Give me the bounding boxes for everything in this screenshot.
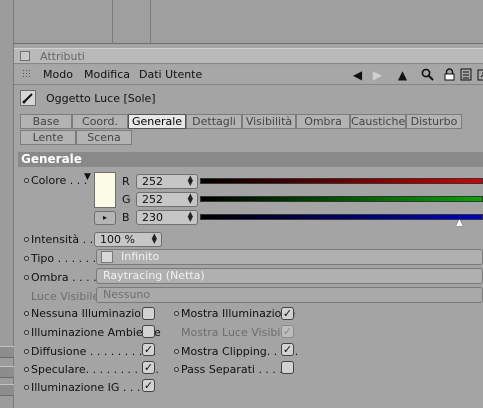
animation-dot[interactable] — [24, 256, 29, 261]
panel-title: Attributi — [40, 50, 85, 63]
shadow-label: Ombra . . . . . — [31, 271, 104, 284]
animation-dot[interactable] — [24, 275, 29, 280]
menu-modifica[interactable]: Modifica — [84, 68, 130, 81]
green-spinner-icon[interactable]: ▲ ▼ — [188, 193, 193, 205]
red-value-field[interactable]: 252 ▲ ▼ — [136, 174, 198, 189]
divider — [150, 0, 151, 44]
animation-dot[interactable] — [174, 311, 179, 316]
separate-pass-checkbox[interactable] — [281, 361, 294, 374]
blue-label: B — [122, 211, 130, 224]
animation-dot[interactable] — [24, 330, 29, 335]
type-value: Infinito — [121, 250, 160, 263]
tab-lente[interactable]: Lente — [20, 130, 76, 145]
shadow-value: Raytracing (Netta) — [103, 269, 205, 282]
settings-icon[interactable] — [458, 67, 473, 82]
expand-icon[interactable] — [475, 67, 483, 82]
color-label: Colore . . . — [31, 174, 88, 187]
no-illumination-checkbox[interactable] — [142, 307, 155, 320]
show-clipping-checkbox[interactable]: ✓ — [281, 343, 294, 356]
arrow-right-icon[interactable]: ▶ — [370, 67, 385, 82]
green-value-field[interactable]: 252 ▲ ▼ — [136, 192, 198, 207]
visible-light-label: Luce Visibile — [31, 290, 100, 303]
show-visible-light-checkbox[interactable]: ✓ — [281, 325, 294, 338]
divider — [112, 0, 113, 44]
color-swatch[interactable] — [94, 172, 116, 208]
option-label: Mostra Luce Visibile — [181, 326, 291, 339]
red-slider[interactable] — [200, 178, 483, 184]
tab-visibilita[interactable]: Visibilità — [242, 114, 296, 129]
blue-slider[interactable] — [200, 214, 483, 220]
arrow-up-icon[interactable]: ▲ — [395, 67, 410, 82]
tab-base[interactable]: Base — [20, 114, 72, 129]
animation-dot[interactable] — [24, 178, 29, 183]
left-panel-stub[interactable] — [0, 384, 14, 396]
visible-light-value: Nessuno — [103, 288, 151, 301]
intensity-value: 100 % — [100, 233, 135, 246]
ambient-illumination-checkbox[interactable] — [142, 325, 155, 338]
tab-ombra[interactable]: Ombra — [296, 114, 350, 129]
light-object-icon — [20, 90, 36, 106]
color-picker-toggle[interactable]: ▸ — [94, 211, 116, 225]
type-dropdown[interactable]: Infinito — [96, 249, 483, 265]
shadow-dropdown[interactable]: Raytracing (Netta) — [96, 268, 483, 284]
color-menu-arrow-icon[interactable]: ▼ — [84, 172, 91, 182]
type-label: Tipo . . . . . . . — [31, 252, 104, 265]
animation-dot[interactable] — [174, 367, 179, 372]
visible-light-dropdown[interactable]: Nessuno — [96, 287, 483, 303]
option-label: Nessuna Illuminazione — [31, 307, 155, 320]
show-illumination-checkbox[interactable]: ✓ — [281, 307, 294, 320]
tab-dettagli[interactable]: Dettagli — [186, 114, 242, 129]
menu-dati-utente[interactable]: Dati Utente — [139, 68, 202, 81]
arrow-left-icon[interactable]: ◀ — [350, 67, 365, 82]
tab-scena[interactable]: Scena — [76, 130, 132, 145]
tab-caustiche[interactable]: Caustiche — [350, 114, 406, 129]
search-icon[interactable] — [420, 67, 435, 82]
red-label: R — [122, 175, 130, 188]
slider-marker-icon[interactable]: ▲ — [456, 218, 463, 228]
blue-value: 230 — [142, 211, 163, 224]
animation-dot[interactable] — [24, 311, 29, 316]
menu-modo[interactable]: Modo — [43, 68, 73, 81]
attributes-title-bar: Attributi — [14, 48, 483, 64]
specular-checkbox[interactable]: ✓ — [142, 361, 155, 374]
intensity-label: Intensità . . — [31, 233, 94, 246]
left-panel-stub[interactable] — [0, 346, 14, 358]
green-value: 252 — [142, 193, 163, 206]
option-label: Mostra Illuminazione — [181, 307, 296, 320]
intensity-spinner-icon[interactable]: ▲ ▼ — [152, 233, 157, 245]
left-panel-strip — [0, 0, 14, 408]
object-title: Oggetto Luce [Sole] — [46, 92, 156, 105]
animation-dot[interactable] — [24, 237, 29, 242]
option-label: Speculare. . . . . . . . . . . — [31, 363, 160, 376]
red-spinner-icon[interactable]: ▲ ▼ — [188, 175, 193, 187]
red-value: 252 — [142, 175, 163, 188]
lock-icon[interactable] — [442, 67, 457, 82]
option-label: Illuminazione IG . . . . . — [31, 381, 155, 394]
tab-coord[interactable]: Coord. — [72, 114, 128, 129]
menu-bar: Modo Modifica Dati Utente ◀ ▶ ▲ — [14, 65, 483, 85]
object-manager-area — [14, 0, 483, 44]
animation-dot[interactable] — [24, 385, 29, 390]
blue-value-field[interactable]: 230 ▲ ▼ — [136, 210, 198, 225]
green-label: G — [122, 193, 131, 206]
intensity-field[interactable]: 100 % ▲ ▼ — [94, 232, 162, 247]
diffusion-checkbox[interactable]: ✓ — [142, 343, 155, 356]
gi-illumination-checkbox[interactable]: ✓ — [142, 379, 155, 392]
grip-icon[interactable] — [22, 69, 32, 79]
object-header: Oggetto Luce [Sole] — [14, 86, 483, 110]
animation-dot[interactable] — [174, 349, 179, 354]
left-panel-stub[interactable] — [0, 366, 14, 378]
option-label: Diffusione . . . . . . . . . . — [31, 345, 157, 358]
section-header: Generale — [18, 152, 483, 167]
infinite-light-icon — [101, 251, 113, 263]
animation-dot[interactable] — [24, 367, 29, 372]
option-label: Pass Separati . . . . . — [181, 363, 290, 376]
green-slider[interactable] — [200, 196, 483, 202]
blue-spinner-icon[interactable]: ▲ ▼ — [188, 211, 193, 223]
animation-dot[interactable] — [24, 349, 29, 354]
panel-toggle[interactable] — [20, 51, 30, 61]
tab-disturbo[interactable]: Disturbo — [406, 114, 462, 129]
tab-generale[interactable]: Generale — [128, 114, 186, 129]
